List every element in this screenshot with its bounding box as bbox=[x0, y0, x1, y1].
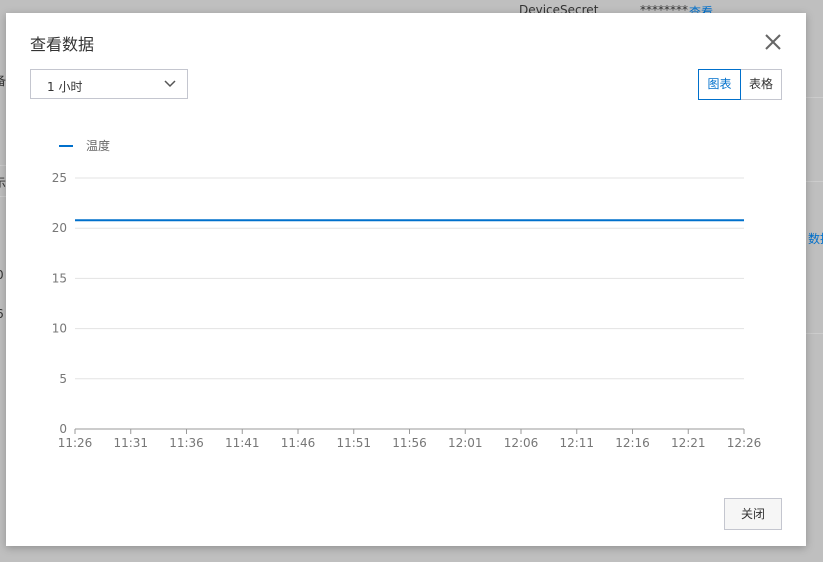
x-tick-label: 11:26 bbox=[58, 436, 93, 450]
x-tick-label: 12:16 bbox=[615, 436, 650, 450]
x-tick-label: 11:41 bbox=[225, 436, 260, 450]
bg-divider bbox=[806, 181, 823, 182]
y-tick-label: 20 bbox=[52, 221, 67, 235]
left-fragment-3: 0 bbox=[0, 268, 4, 282]
bg-divider bbox=[806, 97, 823, 98]
x-tick-label: 11:56 bbox=[392, 436, 427, 450]
close-button[interactable]: 关闭 bbox=[724, 498, 782, 530]
y-tick-label: 15 bbox=[52, 271, 67, 285]
x-tick-label: 11:51 bbox=[336, 436, 371, 450]
x-tick-label: 12:21 bbox=[671, 436, 706, 450]
y-tick-label: 0 bbox=[59, 422, 67, 436]
view-data-dialog: 查看数据 1 小时 图表 表格 0 5 10 15 20 25 11:26 11:31 11:3… bbox=[6, 13, 806, 546]
left-fragment-4: 6 bbox=[0, 307, 4, 321]
legend-label: 温度 bbox=[86, 138, 110, 153]
y-tick-label: 25 bbox=[52, 171, 67, 185]
x-tick-label: 12:11 bbox=[559, 436, 594, 450]
y-tick-label: 5 bbox=[59, 372, 67, 386]
right-data-link[interactable]: 数据 bbox=[808, 230, 823, 247]
x-tick-label: 11:46 bbox=[281, 436, 316, 450]
temperature-line-chart: 0 5 10 15 20 25 11:26 11:31 11:36 11:41 11:46 11:51… bbox=[52, 138, 762, 450]
tab-chart-view[interactable]: 图表 bbox=[698, 69, 741, 100]
x-tick-label: 12:01 bbox=[448, 436, 483, 450]
x-tick-label: 11:31 bbox=[113, 436, 148, 450]
bg-divider bbox=[806, 333, 823, 334]
y-tick-label: 10 bbox=[52, 322, 67, 336]
x-tick-label: 12:06 bbox=[504, 436, 539, 450]
x-tick-label: 11:36 bbox=[169, 436, 204, 450]
x-tick-label: 12:26 bbox=[727, 436, 762, 450]
